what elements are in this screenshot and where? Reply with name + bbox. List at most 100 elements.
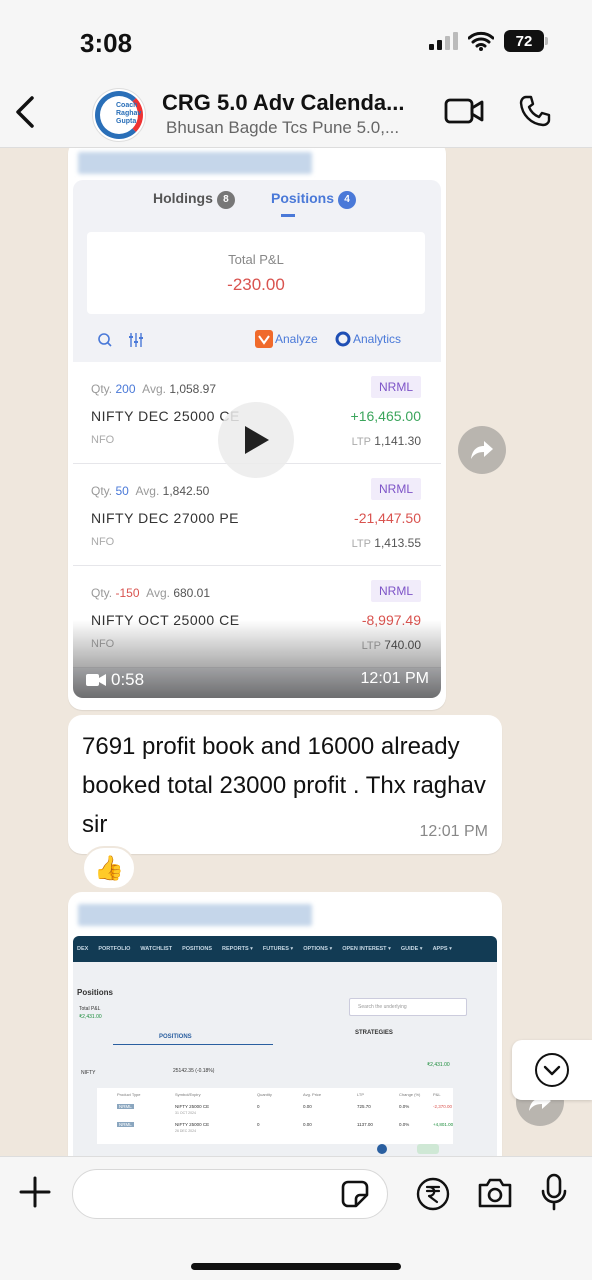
ltp-label: LTP — [351, 538, 371, 550]
camera-button[interactable] — [476, 1177, 514, 1214]
chat-header: Coach Raghav Gupta CRG 5.0 Adv Calenda..… — [0, 80, 592, 148]
web-nav-item: OPTIONS ▾ — [303, 946, 333, 952]
message-input-bar — [0, 1156, 592, 1280]
video-thumbnail[interactable]: Holdings 8 Positions 4 Total P&L -230.00 A… — [73, 180, 441, 698]
chevron-left-icon — [16, 96, 34, 128]
web-table-expiry: 31 OCT 2024 — [175, 1111, 196, 1115]
avg-label: Avg. — [142, 382, 166, 396]
position-qty: -150 — [115, 586, 140, 600]
web-table-cell: 0.00 — [303, 1104, 312, 1109]
web-table-header: Quantity — [257, 1092, 272, 1097]
web-positions-table: Product Type Symbol/Expiry Quantity Avg. Pr… — [97, 1088, 453, 1144]
web-search-placeholder: Search the underlying — [358, 1004, 407, 1010]
web-table-expiry: 26 DEC 2024 — [175, 1129, 197, 1133]
web-nav-item: GUIDE ▾ — [400, 946, 423, 952]
web-table-header: P&L — [433, 1092, 441, 1097]
video-message-bubble[interactable]: Holdings 8 Positions 4 Total P&L -230.00 A… — [68, 148, 446, 710]
web-table-cell: 0.0% — [399, 1122, 410, 1127]
position-pnl: +16,465.00 — [350, 408, 421, 424]
web-nav-bar: DEX PORTFOLIO WATCHLIST POSITIONS REPORTS ▾ F… — [73, 936, 497, 962]
reaction-thumbs-up[interactable]: 👍 — [82, 846, 136, 890]
text-message-bubble[interactable]: 7691 profit book and 16000 already booke… — [68, 715, 502, 854]
forward-button[interactable] — [458, 426, 506, 474]
forward-arrow-icon — [471, 441, 493, 459]
blurred-sender-name — [78, 904, 312, 926]
avatar-logo-text: Coach Raghav Gupta — [116, 102, 142, 125]
attach-button[interactable] — [18, 1175, 52, 1214]
back-button[interactable] — [10, 92, 40, 132]
video-duration-text: 0:58 — [111, 670, 145, 689]
play-button[interactable] — [218, 402, 294, 478]
ltp-value: 1,413.55 — [374, 536, 421, 550]
sticker-button[interactable] — [340, 1179, 370, 1214]
web-table-cell: 1137.00 — [357, 1122, 373, 1127]
voice-call-button[interactable] — [518, 94, 552, 133]
analytics-label: Analytics — [353, 332, 402, 346]
microphone-icon — [541, 1173, 567, 1211]
analytics-logo-icon — [335, 331, 351, 347]
message-time: 12:01 PM — [419, 823, 488, 840]
position-row: Qty. 50 Avg. 1,842.50 NRML NIFTY DEC 27000… — [73, 464, 441, 566]
analyze-logo-icon — [255, 330, 273, 348]
image-thumbnail[interactable]: DEX PORTFOLIO WATCHLIST POSITIONS REPORTS ▾ F… — [73, 936, 497, 1156]
position-qty-avg: Qty. -150 Avg. 680.01 — [91, 586, 210, 600]
product-badge: NRML — [370, 580, 421, 602]
web-nav-item: PORTFOLIO — [98, 946, 131, 952]
product-badge: NRML — [370, 376, 421, 398]
web-table-cell: NRML — [117, 1104, 134, 1109]
web-table-cell: 725.70 — [357, 1104, 371, 1109]
tab-positions: Positions 4 — [271, 190, 357, 209]
signal-icon — [429, 32, 458, 50]
chat-area[interactable]: Holdings 8 Positions 4 Total P&L -230.00 A… — [0, 148, 592, 1156]
video-camera-icon — [86, 674, 106, 686]
position-avg: 1,842.50 — [162, 484, 210, 498]
tab-holdings: Holdings 8 — [153, 190, 235, 209]
positions-toolbar: Analyze Analytics — [73, 330, 441, 350]
web-nav-item: WATCHLIST — [140, 946, 173, 952]
image-message-bubble[interactable]: DEX PORTFOLIO WATCHLIST POSITIONS REPORTS ▾ F… — [68, 892, 502, 1156]
blurred-sender-name — [78, 152, 312, 174]
chat-title[interactable]: CRG 5.0 Adv Calenda... — [162, 90, 432, 116]
search-icon — [98, 333, 112, 347]
ltp-label: LTP — [351, 436, 371, 448]
voice-message-button[interactable] — [540, 1173, 568, 1216]
web-table-header: LTP — [357, 1092, 365, 1097]
avg-label: Avg. — [135, 484, 160, 498]
chat-subtitle[interactable]: Bhusan Bagde Tcs Pune 5.0,... — [166, 118, 426, 138]
web-total-pl-value: ₹2,431.00 — [79, 1014, 102, 1020]
web-tab-strategies: STRATEGIES — [355, 1030, 393, 1036]
web-table-header: Avg. Price — [303, 1092, 322, 1097]
web-nav-item: FUTURES ▾ — [262, 946, 294, 952]
qty-label: Qty. — [91, 382, 113, 396]
position-name: NIFTY DEC 27000 PE — [91, 510, 240, 526]
position-pnl: -21,447.50 — [354, 510, 421, 526]
web-table-cell: 0 — [257, 1122, 260, 1127]
web-table-header: Symbol/Expiry — [175, 1092, 201, 1097]
position-avg: 1,058.97 — [169, 382, 217, 396]
position-name: NIFTY DEC 25000 CE — [91, 408, 240, 424]
home-indicator — [191, 1263, 401, 1270]
web-table-cell: 0.0% — [399, 1104, 410, 1109]
web-table-cell: 0.00 — [303, 1122, 312, 1127]
total-pl-label: Total P&L — [228, 252, 284, 267]
web-nav-item: OPEN INTEREST ▾ — [342, 946, 391, 952]
web-table-cell: 0 — [257, 1104, 260, 1109]
position-ltp: LTP 1,141.30 — [352, 434, 421, 448]
web-nav-item: APPS ▾ — [432, 946, 452, 952]
web-total-pl-label: Total P&L — [79, 1006, 101, 1012]
web-chat-icon — [377, 1144, 387, 1154]
qty-label: Qty. — [91, 484, 113, 498]
battery-indicator: 72 — [504, 30, 548, 52]
scroll-to-bottom-button[interactable] — [512, 1040, 592, 1100]
web-table-cell: NIFTY 25000 CE — [175, 1122, 210, 1127]
web-table-header: Change (%) — [399, 1092, 421, 1097]
group-avatar[interactable]: Coach Raghav Gupta — [92, 88, 146, 142]
status-time: 3:08 — [80, 28, 133, 58]
web-table-cell: +4,801.00 — [433, 1122, 454, 1127]
video-message-time: 12:01 PM — [360, 670, 429, 687]
avg-label: Avg. — [146, 586, 170, 600]
plus-icon — [19, 1176, 51, 1208]
payment-button[interactable] — [416, 1177, 450, 1216]
video-call-button[interactable] — [444, 96, 484, 131]
analyze-label: Analyze — [275, 332, 318, 346]
